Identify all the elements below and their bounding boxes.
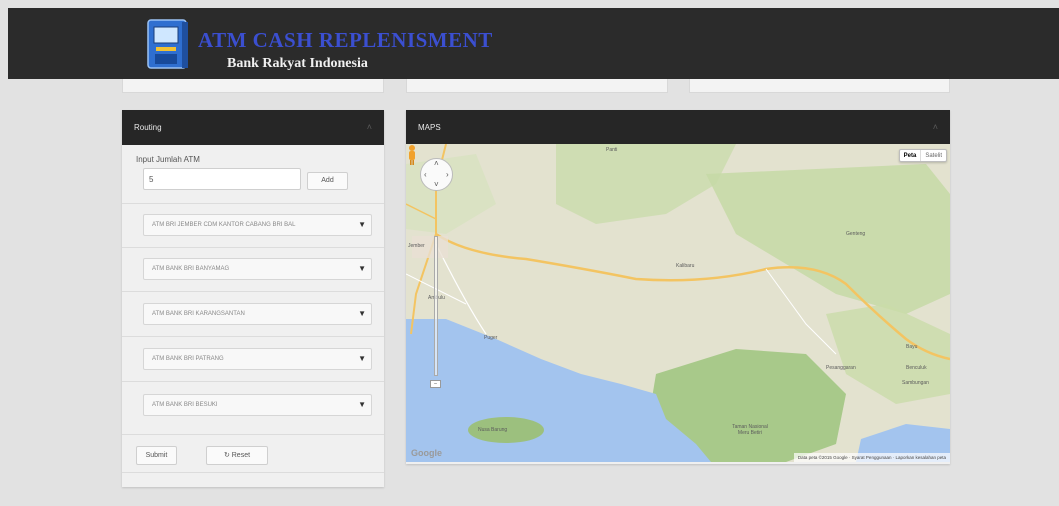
atm-select-3[interactable]: ATM BANK BRI KARANGSANTAN ▼ xyxy=(143,303,372,325)
atm-machine-icon xyxy=(147,19,188,69)
map-label-benculuk: Benculuk xyxy=(906,365,927,371)
divider xyxy=(122,203,384,204)
map-type-map[interactable]: Peta xyxy=(900,150,921,161)
routing-panel-header: Routing ˄ xyxy=(122,110,384,145)
collapse-icon[interactable]: ˄ xyxy=(367,122,372,132)
map-label-panti: Panti xyxy=(606,147,618,153)
divider xyxy=(122,336,384,337)
map-canvas xyxy=(406,144,950,462)
map-view[interactable]: Panti Jember Kalibaru Genteng Ambulu Pug… xyxy=(406,144,950,462)
panel-stub-left xyxy=(122,79,384,93)
divider xyxy=(122,291,384,292)
map-label-sambungan: Sambungan xyxy=(902,380,929,386)
google-logo: Google xyxy=(411,448,442,458)
dropdown-arrow-icon: ▼ xyxy=(358,400,366,409)
pan-right-icon[interactable]: › xyxy=(446,170,449,179)
map-type-control: Peta Satelit xyxy=(898,149,947,162)
reset-label: Reset xyxy=(231,452,251,459)
add-button[interactable]: Add xyxy=(307,172,348,190)
atm-select-2[interactable]: ATM BANK BRI BANYAMAG ▼ xyxy=(143,258,372,280)
map-label-jember: Jember xyxy=(408,243,425,249)
map-label-genteng: Genteng xyxy=(846,231,866,237)
atm-select-4-value: ATM BANK BRI PATRANG xyxy=(152,356,224,362)
dropdown-arrow-icon: ▼ xyxy=(358,309,366,318)
app-subtitle: Bank Rakyat Indonesia xyxy=(227,56,368,71)
reset-button[interactable]: ↻ Reset xyxy=(206,446,268,465)
panel-stub-middle xyxy=(406,79,668,93)
reset-icon: ↻ xyxy=(223,452,232,459)
dropdown-arrow-icon: ▼ xyxy=(358,354,366,363)
pan-down-icon[interactable]: ˅ xyxy=(434,180,439,189)
pan-left-icon[interactable]: ‹ xyxy=(424,170,427,179)
map-footer[interactable]: Data peta ©2015 Google · Syarat Pengguna… xyxy=(793,453,950,462)
map-label-kalibaru: Kalibaru xyxy=(676,263,695,269)
divider xyxy=(122,472,384,473)
atm-count-label: Input Jumlah ATM xyxy=(136,155,200,164)
pan-control[interactable]: ˄ ‹ › ˅ xyxy=(420,158,453,191)
map-label-meru-betiri: Taman Nasional Meru Betiri xyxy=(732,424,768,436)
atm-select-3-value: ATM BANK BRI KARANGSANTAN xyxy=(152,311,245,317)
pegman-icon[interactable] xyxy=(406,144,418,166)
atm-select-4[interactable]: ATM BANK BRI PATRANG ▼ xyxy=(143,348,372,370)
panel-stub-right xyxy=(689,79,950,93)
atm-select-5-value: ATM BANK BRI BESUKI xyxy=(152,402,218,408)
divider xyxy=(122,381,384,382)
collapse-icon[interactable]: ˄ xyxy=(933,122,938,132)
zoom-slider[interactable] xyxy=(434,236,438,376)
maps-panel-title: MAPS xyxy=(418,123,441,132)
submit-button[interactable]: Submit xyxy=(136,446,177,465)
maps-panel-header: MAPS ˄ xyxy=(406,110,950,145)
atm-select-5[interactable]: ATM BANK BRI BESUKI ▼ xyxy=(143,394,372,416)
routing-panel: Routing ˄ Input Jumlah ATM Add ATM BRI J… xyxy=(122,110,384,487)
map-label-pesanggaran: Pesanggaran xyxy=(826,365,856,371)
atm-select-1[interactable]: ATM BRI JEMBER CDM KANTOR CABANG BRI BAL… xyxy=(143,214,372,236)
top-bar: ATM CASH REPLENISMENT Bank Rakyat Indone… xyxy=(8,8,1059,79)
map-label-puger: Puger xyxy=(484,335,498,341)
atm-select-1-value: ATM BRI JEMBER CDM KANTOR CABANG BRI BAL xyxy=(152,222,296,228)
map-label-nusa-barung: Nusa Barung xyxy=(478,427,508,433)
zoom-slider-handle[interactable]: – xyxy=(430,380,441,388)
dropdown-arrow-icon: ▼ xyxy=(358,264,366,273)
divider xyxy=(122,434,384,435)
map-type-satellite[interactable]: Satelit xyxy=(920,150,946,161)
atm-select-2-value: ATM BANK BRI BANYAMAG xyxy=(152,266,230,272)
map-label-bayu: Bayu xyxy=(906,344,918,350)
divider xyxy=(122,247,384,248)
routing-panel-title: Routing xyxy=(134,123,162,132)
atm-count-input[interactable] xyxy=(143,168,301,190)
dropdown-arrow-icon: ▼ xyxy=(358,220,366,229)
app-title: ATM CASH REPLENISMENT xyxy=(198,28,493,52)
pan-up-icon[interactable]: ˄ xyxy=(434,159,439,168)
